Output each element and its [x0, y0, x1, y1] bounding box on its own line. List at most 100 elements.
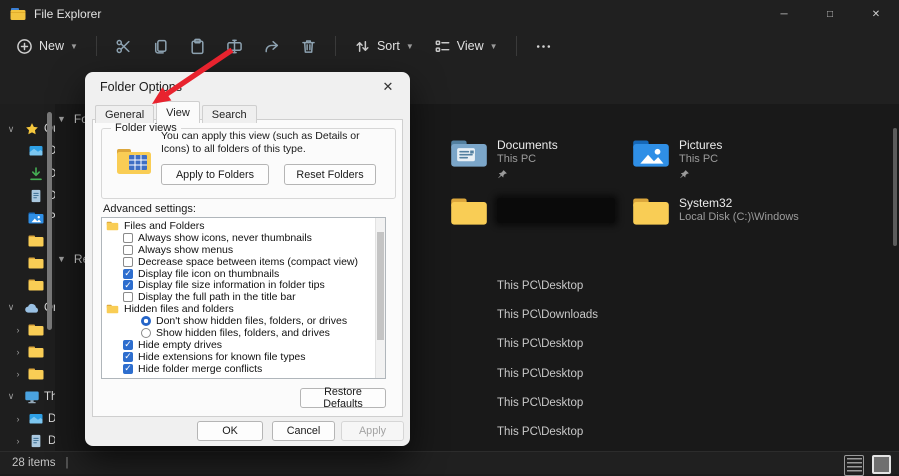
radio-unselected[interactable] — [141, 328, 151, 338]
window-title: File Explorer — [34, 7, 101, 21]
chevron-right-icon[interactable]: › — [13, 369, 23, 379]
share-button[interactable] — [253, 31, 290, 61]
monitor-blue-icon — [28, 144, 44, 158]
advanced-setting-checkbox[interactable]: Decrease space between items (compact vi… — [102, 256, 375, 268]
advanced-setting-label: Hide folder merge conflicts — [138, 363, 262, 375]
dialog-close-icon[interactable]: ✕ — [379, 78, 397, 96]
tab-general[interactable]: General — [95, 105, 154, 123]
list-scrollbar-thumb[interactable] — [377, 232, 384, 340]
chevron-down-icon[interactable]: ∨ — [6, 391, 16, 402]
monitor-blue-icon — [28, 412, 44, 426]
new-button[interactable]: New ▼ — [6, 31, 88, 61]
apply-to-folders-button[interactable]: Apply to Folders — [161, 164, 269, 185]
monitor-icon — [24, 390, 40, 404]
chevron-down-icon: ▼ — [57, 254, 66, 264]
chevron-right-icon[interactable]: › — [13, 414, 23, 424]
see-more-button[interactable] — [525, 31, 562, 61]
advanced-setting-label: Show hidden files, folders, and drives — [156, 327, 330, 339]
status-divider: | — [65, 457, 68, 469]
checkbox-unchecked[interactable] — [123, 233, 133, 243]
ok-button[interactable]: OK — [197, 421, 263, 441]
folder-tile-redacted[interactable] — [450, 196, 615, 227]
sidebar-item-this-pc[interactable]: ∨ This PC — [0, 386, 55, 408]
recent-file-path[interactable]: This PC\Desktop — [497, 368, 583, 380]
sort-icon — [354, 38, 371, 55]
delete-button[interactable] — [290, 31, 327, 61]
chevron-down-icon[interactable]: ∨ — [6, 124, 16, 135]
list-scrollbar[interactable] — [375, 218, 385, 378]
paste-button[interactable] — [179, 31, 216, 61]
advanced-setting-radio[interactable]: Don't show hidden files, folders, or dri… — [102, 315, 375, 327]
close-button[interactable]: ✕ — [853, 0, 899, 28]
chevron-right-icon[interactable]: › — [13, 325, 23, 335]
checkbox-checked[interactable]: ✓ — [123, 364, 133, 374]
advanced-setting-label: Always show menus — [138, 244, 233, 256]
sidebar-item-documents[interactable]: ›Documents — [0, 430, 55, 452]
restore-defaults-button[interactable]: Restore Defaults — [300, 388, 386, 408]
folder-tile-system32[interactable]: System32Local Disk (C:)\Windows — [632, 196, 799, 227]
folder-tile-documents[interactable]: DocumentsThis PC — [450, 138, 558, 185]
copy-button[interactable] — [142, 31, 179, 61]
checkbox-unchecked[interactable] — [123, 245, 133, 255]
checkbox-unchecked[interactable] — [123, 257, 133, 267]
checkbox-checked[interactable]: ✓ — [123, 269, 133, 279]
advanced-setting-label: Hidden files and folders — [124, 303, 234, 315]
maximize-button[interactable]: □ — [807, 0, 853, 28]
tile-text: System32Local Disk (C:)\Windows — [679, 196, 799, 227]
toolbar-divider — [516, 36, 517, 56]
chevron-down-icon[interactable]: ∨ — [6, 302, 16, 313]
advanced-setting-checkbox[interactable]: ✓Display file icon on thumbnails — [102, 268, 375, 280]
recent-file-path[interactable]: This PC\Desktop — [497, 280, 583, 292]
dialog-title: Folder Options — [100, 80, 182, 94]
folder-views-description: You can apply this view (such as Details… — [161, 130, 385, 155]
advanced-setting-group[interactable]: Files and Folders — [102, 220, 375, 232]
toolbar-divider — [96, 36, 97, 56]
checkbox-checked[interactable]: ✓ — [123, 280, 133, 290]
recent-file-path[interactable]: This PC\Downloads — [497, 309, 598, 321]
rename-icon — [226, 38, 243, 55]
apply-button[interactable]: Apply — [341, 421, 404, 441]
sidebar-scrollbar[interactable] — [47, 112, 52, 330]
advanced-setting-checkbox[interactable]: ✓ Hide folder merge conflicts — [102, 363, 375, 375]
checkbox-checked[interactable]: ✓ — [123, 340, 133, 350]
view-button[interactable]: View ▼ — [424, 31, 508, 61]
sidebar-item-desktop[interactable]: › Desktop — [0, 408, 55, 430]
sort-button[interactable]: Sort ▼ — [344, 31, 424, 61]
sidebar-item[interactable]: › — [0, 363, 55, 385]
advanced-settings-label: Advanced settings: — [103, 203, 196, 215]
sidebar-item[interactable]: › — [0, 341, 55, 363]
recent-file-path[interactable]: This PC\Desktop — [497, 426, 583, 438]
sidebar-item-label: Desktop — [48, 413, 55, 425]
checkbox-unchecked[interactable] — [123, 292, 133, 302]
reset-folders-button[interactable]: Reset Folders — [284, 164, 376, 185]
tab-view[interactable]: View — [156, 101, 200, 123]
recent-file-path[interactable]: This PC\Desktop — [497, 338, 583, 350]
radio-selected[interactable] — [141, 316, 151, 326]
advanced-setting-radio[interactable]: Show hidden files, folders, and drives — [102, 327, 375, 339]
folder-icon — [28, 278, 44, 292]
large-icons-view-icon[interactable] — [872, 455, 891, 474]
tab-search[interactable]: Search — [202, 105, 257, 123]
minimize-button[interactable]: ─ — [761, 0, 807, 28]
advanced-setting-checkbox[interactable]: ✓Display file size information in folder… — [102, 279, 375, 291]
details-view-icon[interactable] — [844, 455, 864, 476]
recent-file-path[interactable]: This PC\Desktop — [497, 397, 583, 409]
advanced-setting-checkbox[interactable]: Display the full path in the title bar — [102, 291, 375, 303]
folder-icon — [106, 304, 119, 314]
advanced-setting-checkbox[interactable]: Always show icons, never thumbnails — [102, 232, 375, 244]
rename-button[interactable] — [216, 31, 253, 61]
cancel-button[interactable]: Cancel — [272, 421, 335, 441]
content-scrollbar[interactable] — [893, 128, 897, 246]
advanced-setting-checkbox[interactable]: Always show menus — [102, 244, 375, 256]
advanced-setting-label: Decrease space between items (compact vi… — [138, 256, 358, 268]
advanced-setting-group[interactable]: Hidden files and folders — [102, 303, 375, 315]
document-page-icon — [28, 434, 44, 448]
sidebar-item-label: This PC — [44, 391, 55, 403]
checkbox-checked[interactable]: ✓ — [123, 352, 133, 362]
chevron-right-icon[interactable]: › — [13, 436, 23, 446]
folder-tile-pictures[interactable]: PicturesThis PC — [632, 138, 722, 185]
advanced-setting-checkbox[interactable]: ✓Hide extensions for known file types — [102, 351, 375, 363]
advanced-setting-checkbox[interactable]: ✓Hide empty drives — [102, 339, 375, 351]
cut-button[interactable] — [105, 31, 142, 61]
chevron-right-icon[interactable]: › — [13, 347, 23, 357]
